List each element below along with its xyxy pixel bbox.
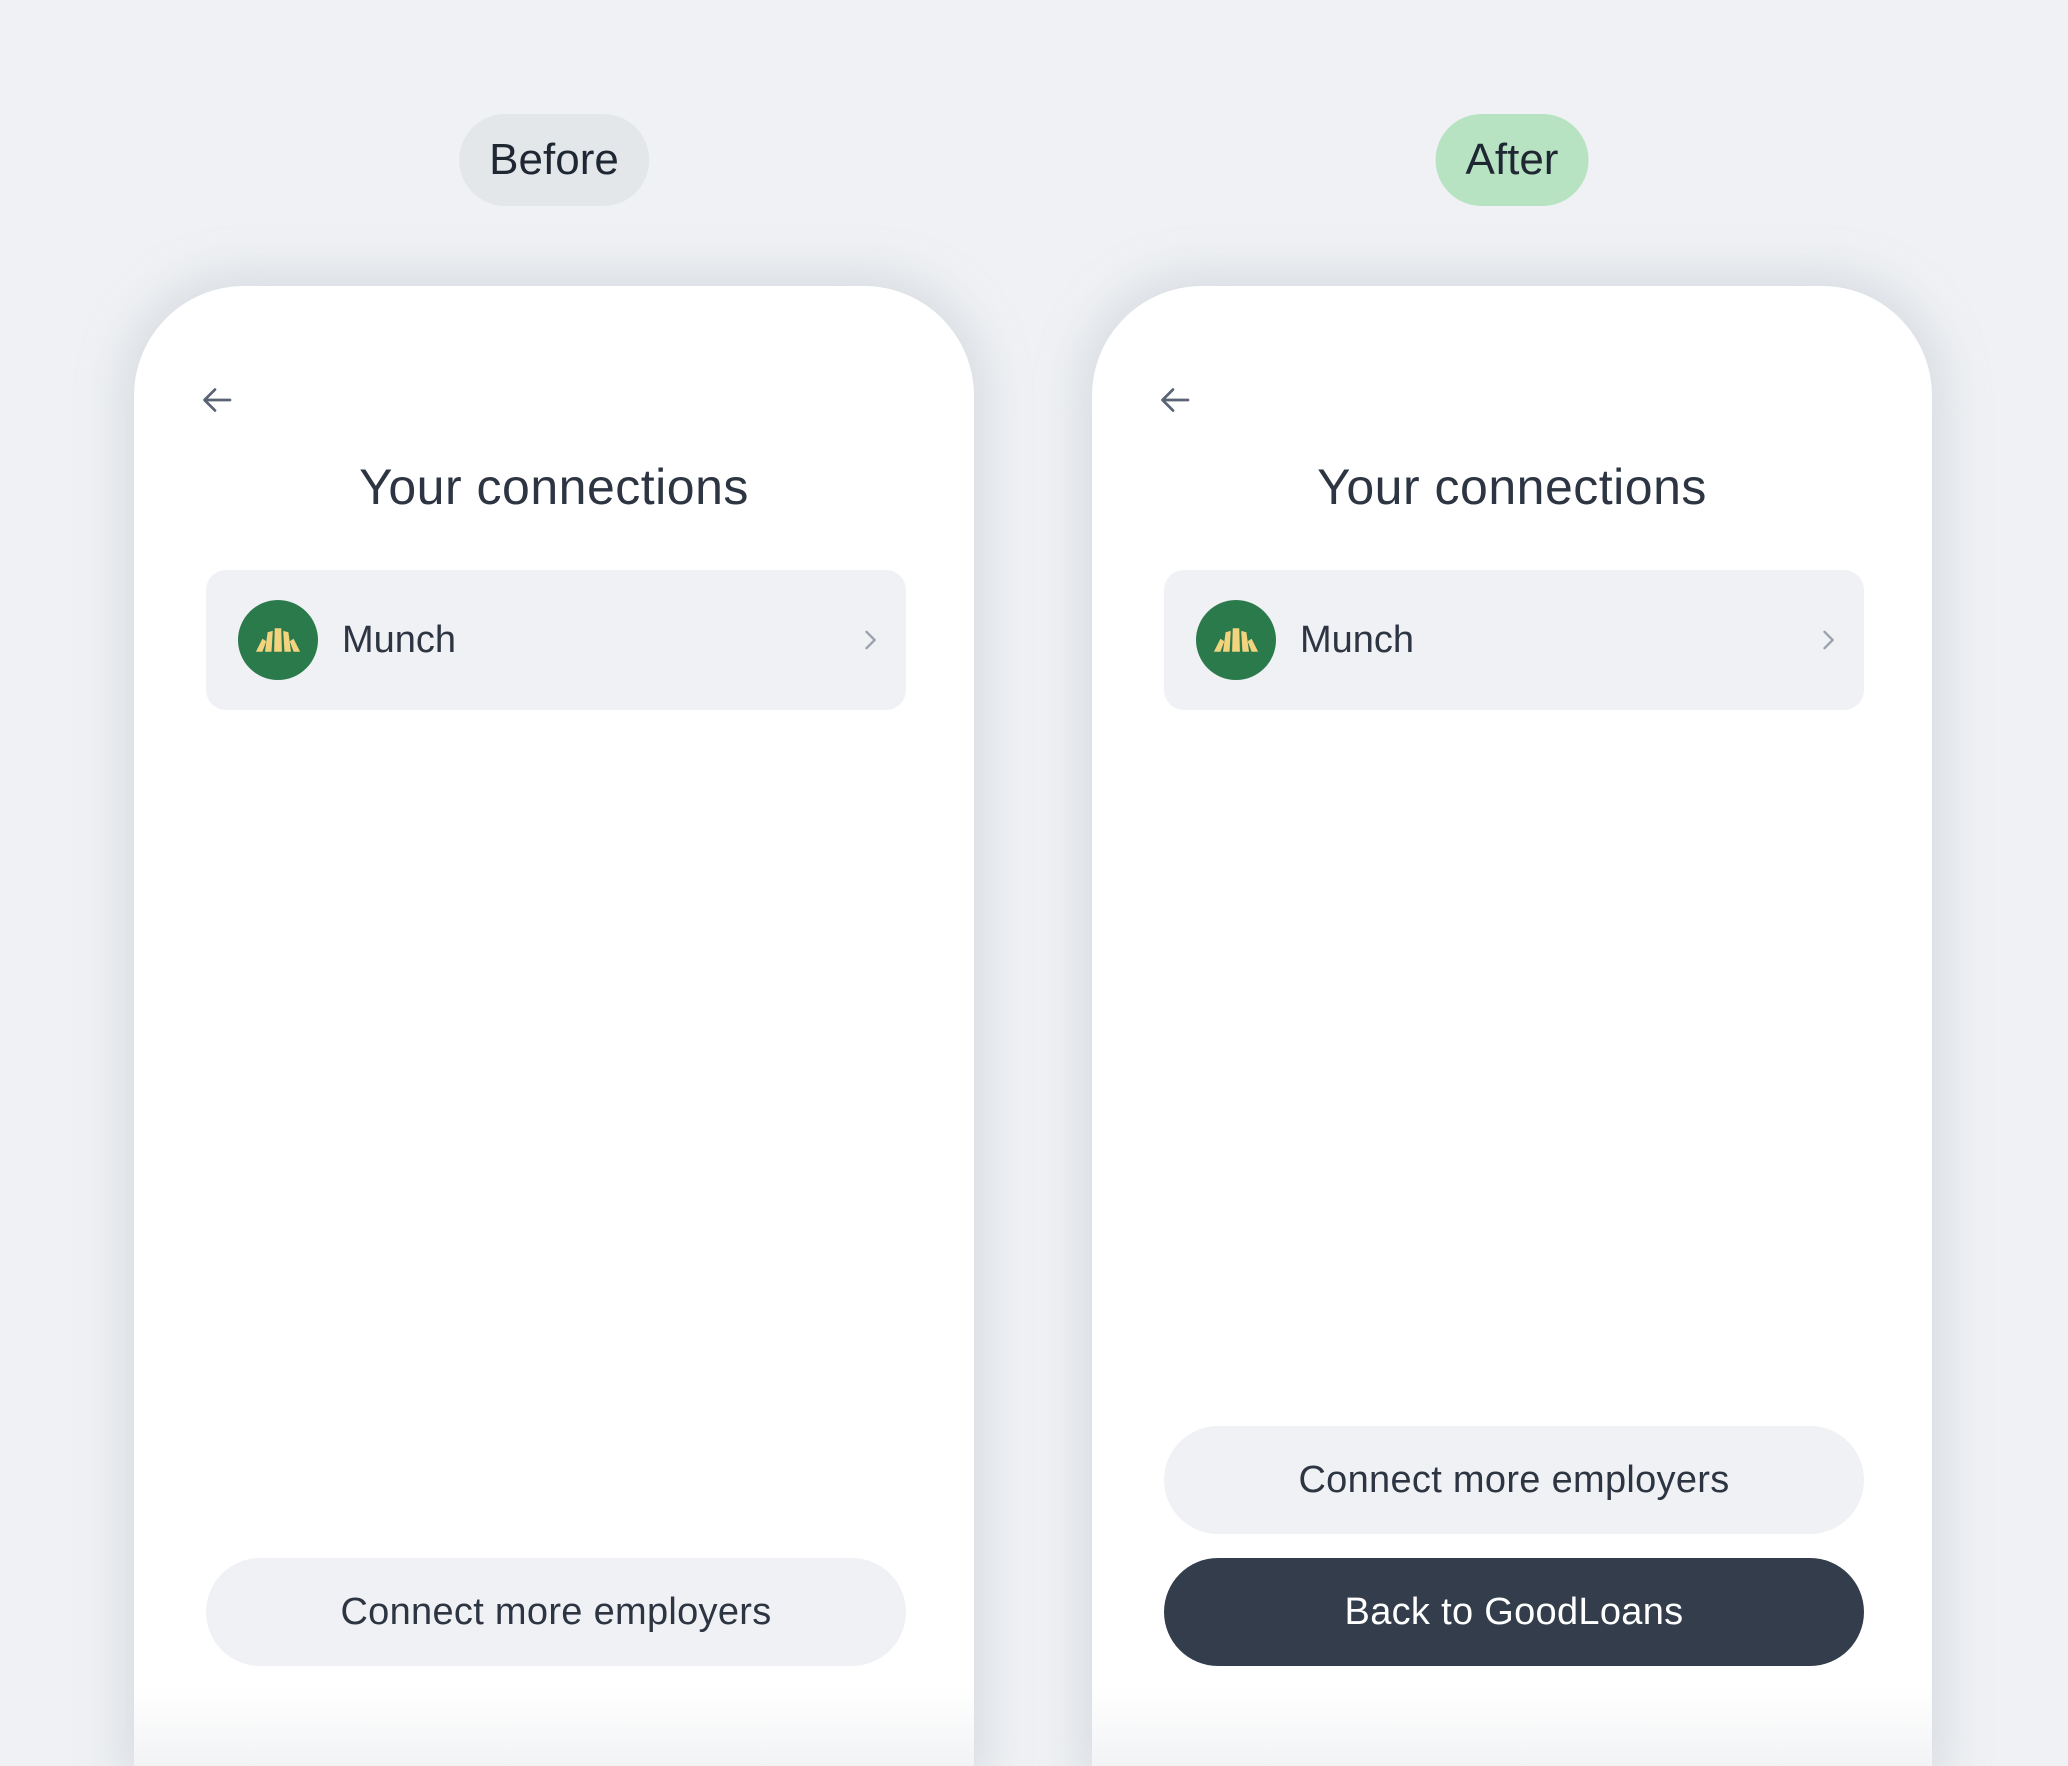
phone-screen-before: Your connections Munch Connect more empl… <box>134 286 974 1766</box>
before-label: Before <box>459 114 649 206</box>
connect-more-employers-button[interactable]: Connect more employers <box>206 1558 906 1666</box>
before-panel: Before Your connections Munch Connect mo… <box>134 0 974 1766</box>
back-arrow-icon[interactable] <box>200 382 236 418</box>
page-title: Your connections <box>1317 459 1707 515</box>
connection-name: Munch <box>1300 619 1415 661</box>
avatar <box>1196 600 1276 680</box>
connection-item-munch[interactable]: Munch <box>206 570 906 710</box>
croissant-icon <box>1213 628 1259 652</box>
avatar <box>238 600 318 680</box>
connect-more-employers-button[interactable]: Connect more employers <box>1164 1426 1864 1534</box>
connection-name: Munch <box>342 619 457 661</box>
chevron-right-icon <box>865 630 876 650</box>
chevron-right-icon <box>1823 630 1834 650</box>
back-to-goodloans-button[interactable]: Back to GoodLoans <box>1164 1558 1864 1666</box>
connection-item-munch[interactable]: Munch <box>1164 570 1864 710</box>
after-panel: After Your connections Munch Connect mor… <box>1092 0 1932 1766</box>
page-title: Your connections <box>359 459 749 515</box>
phone-screen-after: Your connections Munch Connect more empl… <box>1092 286 1932 1766</box>
back-arrow-icon[interactable] <box>1158 382 1194 418</box>
croissant-icon <box>255 628 301 652</box>
after-label: After <box>1435 114 1589 206</box>
